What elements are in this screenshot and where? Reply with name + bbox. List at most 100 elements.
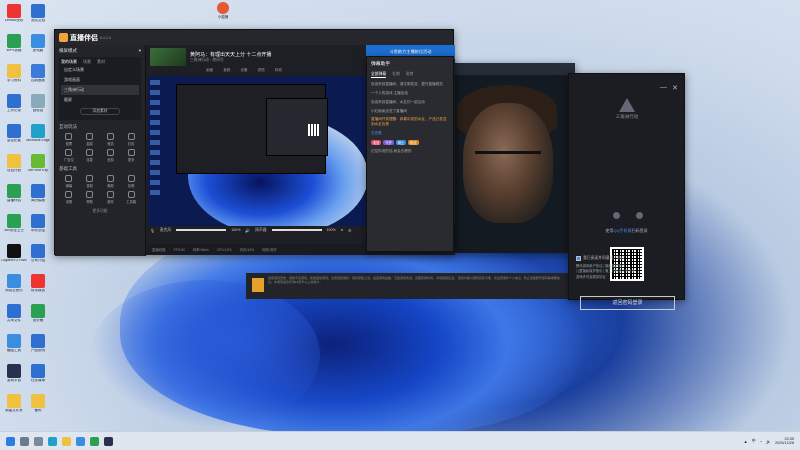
task-view-icon[interactable] bbox=[34, 436, 43, 446]
search-icon[interactable] bbox=[20, 436, 29, 446]
desktop-icon[interactable]: 截图工具 bbox=[1, 334, 27, 353]
room-thumbnail[interactable] bbox=[150, 47, 186, 66]
desktop-icon[interactable]: Logitech G HUB bbox=[1, 244, 27, 263]
desktop-icon[interactable]: 工作记录 bbox=[1, 94, 27, 113]
interact-tool[interactable]: 投票 bbox=[59, 133, 79, 146]
desktop-icon[interactable]: 会议纪要 bbox=[1, 124, 27, 143]
interact-tool[interactable]: 连麦 bbox=[80, 149, 100, 162]
tab-material[interactable]: 素材 bbox=[97, 59, 105, 65]
stream-app-taskbar-icon[interactable] bbox=[90, 436, 99, 446]
desktop-icon-label: 网易云音乐 bbox=[5, 289, 23, 292]
scene-item[interactable]: 三角洲行动 bbox=[61, 85, 139, 95]
interact-tool[interactable]: 广告位 bbox=[59, 149, 79, 162]
desktop-icon[interactable]: 学习资料 bbox=[1, 64, 27, 83]
file-explorer-icon[interactable] bbox=[62, 436, 71, 446]
store-icon[interactable] bbox=[76, 436, 85, 446]
volume-icon[interactable]: 🔈 bbox=[766, 439, 771, 444]
close-icon[interactable]: ✕ bbox=[672, 84, 678, 92]
tool-icon bbox=[86, 175, 94, 182]
wechat-icon[interactable] bbox=[636, 212, 643, 219]
desktop-icon[interactable]: 备份 bbox=[25, 394, 51, 413]
desktop-icon-label: 设计稿 bbox=[32, 319, 44, 322]
desktop-icon-label: 截图工具 bbox=[7, 349, 21, 352]
desktop-icon-label: 此电脑 bbox=[32, 49, 44, 52]
preview-tab[interactable]: 音频 bbox=[223, 68, 230, 76]
add-material-button[interactable]: 添加素材 bbox=[80, 108, 120, 115]
taskbar-clock[interactable]: 20:35 2025/12/28 bbox=[775, 437, 794, 446]
app-icon bbox=[31, 334, 45, 348]
desktop-icon[interactable]: Lenovo快传 bbox=[1, 4, 27, 23]
basic-tool[interactable]: 工具箱 bbox=[121, 191, 141, 204]
app-icon bbox=[31, 94, 45, 108]
wifi-icon[interactable]: ◔ bbox=[760, 439, 762, 444]
stream-app-titlebar[interactable]: 直播伴侣 6.4.2.4 bbox=[55, 30, 453, 45]
tray-expand-icon[interactable]: ▲ bbox=[744, 439, 748, 444]
more-functions-link[interactable]: 更多功能 bbox=[59, 209, 141, 214]
scene-item[interactable]: 自定义场景 bbox=[61, 65, 139, 75]
desktop-icon[interactable]: GeForce Exp bbox=[25, 154, 51, 173]
app-icon bbox=[31, 244, 45, 258]
interact-tool[interactable]: 抽奖 bbox=[80, 133, 100, 146]
tool-icon bbox=[65, 191, 73, 198]
basic-tool[interactable]: 帮助 bbox=[80, 191, 100, 204]
basic-tool[interactable]: 弹幕 bbox=[59, 175, 79, 188]
game-launcher-taskbar-icon[interactable] bbox=[104, 436, 113, 446]
room-title[interactable]: 黄阿马：有理出天天上分 十二点开播 bbox=[190, 51, 271, 58]
desktop-icon[interactable]: 回收站 bbox=[25, 94, 51, 113]
desktop-icon[interactable]: 任务清单 bbox=[25, 364, 51, 383]
desktop-icon[interactable]: 360安全卫士 bbox=[1, 214, 27, 233]
password-login-button[interactable]: 返回密码登录 bbox=[580, 296, 675, 310]
desktop-icon[interactable]: 公司介绍 bbox=[25, 244, 51, 263]
desktop-icon-label: 会议纪要 bbox=[7, 139, 21, 142]
windows-start-icon[interactable] bbox=[6, 436, 15, 446]
qq-icon[interactable] bbox=[613, 212, 620, 219]
desktop-icon[interactable]: 此电脑 bbox=[25, 34, 51, 53]
desktop-icon[interactable]: 游戏平台 bbox=[1, 364, 27, 383]
desktop-icon-top-app[interactable]: 小狐狸 bbox=[212, 2, 234, 20]
basic-tool[interactable]: 设置 bbox=[59, 191, 79, 204]
stream-mode-selector[interactable]: 横屏模式 ▾ bbox=[59, 48, 141, 54]
preview-tab[interactable]: 画面 bbox=[206, 68, 213, 76]
tool-label: 工具箱 bbox=[126, 200, 137, 204]
app-icon bbox=[31, 4, 45, 18]
desktop-icon[interactable]: 网易云音乐 bbox=[1, 274, 27, 293]
agreement-checkbox-row[interactable]: 我已阅读并同意用户协议 bbox=[576, 256, 625, 261]
desktop-icon[interactable]: Microsoft Edge bbox=[25, 124, 51, 143]
basic-tool[interactable]: 音效 bbox=[101, 191, 121, 204]
desktop-icon[interactable]: 简历模板 bbox=[25, 184, 51, 203]
tool-icon bbox=[86, 191, 94, 198]
mic-volume-slider[interactable] bbox=[176, 229, 227, 231]
desktop-icon[interactable]: 产品说明 bbox=[25, 334, 51, 353]
chat-panel-title: 弹幕助手 bbox=[371, 62, 391, 67]
desktop-icon[interactable]: 测试文档 bbox=[25, 4, 51, 23]
agreement-checkbox[interactable] bbox=[576, 256, 581, 261]
basic-tool[interactable]: 剪辑 bbox=[121, 175, 141, 188]
app-icon bbox=[31, 394, 45, 408]
tab-scene[interactable]: 场景 bbox=[83, 59, 91, 65]
desktop-icon[interactable]: 设计稿 bbox=[25, 304, 51, 323]
health-notice: 健康游戏忠告：抵制不良游戏，拒绝盗版游戏。注意自我保护，谨防受骗上当。适度游戏益… bbox=[246, 273, 568, 299]
minimize-icon[interactable]: — bbox=[660, 84, 667, 91]
interact-tool[interactable]: 更多 bbox=[121, 149, 141, 162]
basic-tool[interactable]: 录制 bbox=[80, 175, 100, 188]
desktop-icon[interactable]: 财务报表 bbox=[25, 274, 51, 293]
desktop-icon[interactable]: 年终总结 bbox=[25, 214, 51, 233]
desktop-icon[interactable]: 控制面板 bbox=[25, 64, 51, 83]
interact-tool[interactable]: 全部 bbox=[101, 149, 121, 162]
desktop-icon[interactable]: 共享文件 bbox=[1, 304, 27, 323]
desktop-icon[interactable]: 新建文件夹 bbox=[1, 394, 27, 413]
microphone-icon[interactable]: 🎙 bbox=[150, 228, 155, 233]
desktop-icon[interactable]: WPS表格 bbox=[1, 34, 27, 53]
basic-tool[interactable]: 美颜 bbox=[101, 175, 121, 188]
ime-indicator[interactable]: 中 bbox=[752, 438, 756, 444]
agreement-link[interactable]: 游戏许可及服务协议 bbox=[576, 275, 681, 280]
interact-tool[interactable]: 竞猜 bbox=[101, 133, 121, 146]
scene-item[interactable]: 游戏画面 bbox=[61, 75, 139, 85]
qq-mobile-link[interactable]: QQ手机版 bbox=[613, 228, 631, 233]
scene-item[interactable]: 截屏 bbox=[61, 95, 139, 105]
edge-icon[interactable] bbox=[48, 436, 57, 446]
tab-scene-section[interactable]: 我的场景 bbox=[61, 59, 77, 65]
desktop-icon[interactable]: 项目计划 bbox=[1, 154, 27, 173]
desktop-icon[interactable]: 直播伴侣 bbox=[1, 184, 27, 203]
interact-tool[interactable]: 红包 bbox=[121, 133, 141, 146]
